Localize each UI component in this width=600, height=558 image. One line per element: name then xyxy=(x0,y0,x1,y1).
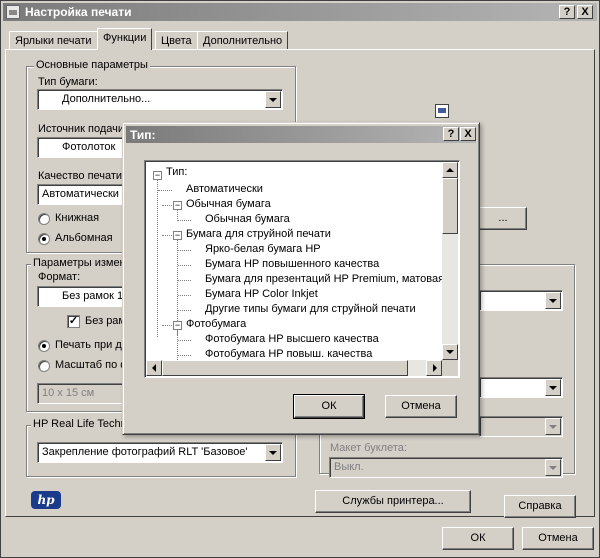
chevron-down-icon[interactable] xyxy=(265,444,281,461)
tree-item[interactable]: Обычная бумага xyxy=(205,213,290,225)
dialog-titlebar[interactable]: Тип: ? X xyxy=(126,126,476,143)
tree-item[interactable]: Обычная бумага xyxy=(186,198,271,210)
dialog-ok-button[interactable]: ОК xyxy=(293,394,365,419)
help-button[interactable]: Справка xyxy=(504,495,576,518)
printer-services-button[interactable]: Службы принтера... xyxy=(315,490,471,513)
scroll-right-icon[interactable] xyxy=(426,360,442,376)
scroll-up-icon[interactable] xyxy=(442,162,458,178)
tree-line xyxy=(178,310,191,311)
tree-line xyxy=(178,340,191,341)
collapse-toggle[interactable]: − xyxy=(173,321,182,330)
collapse-toggle[interactable]: − xyxy=(173,201,182,210)
format-label: Формат: xyxy=(38,271,81,283)
window-title: Настройка печати xyxy=(25,5,132,19)
reallife-label: HP Real Life Techno xyxy=(31,418,135,430)
tree-line xyxy=(178,280,191,281)
tab-advanced[interactable]: Дополнительно xyxy=(197,31,289,50)
dialog-title: Тип: xyxy=(130,128,156,142)
scrollbar-corner xyxy=(442,360,458,376)
tree-item[interactable]: Автоматически xyxy=(186,183,263,195)
tab-features[interactable]: Функции xyxy=(97,28,153,50)
landscape-radio[interactable] xyxy=(38,233,50,245)
tree-vertical-scrollbar[interactable] xyxy=(442,162,458,360)
booklet-select[interactable]: Выкл. xyxy=(329,457,563,478)
print-at-label: Печать при де xyxy=(55,339,128,351)
chevron-down-icon[interactable] xyxy=(265,91,281,108)
tab-shortcuts[interactable]: Ярлыки печати xyxy=(9,31,98,50)
tree-line xyxy=(157,173,158,337)
paper-type-label: Тип бумаги: xyxy=(38,76,98,88)
tree-item[interactable]: Бумага HP Color Inkjet xyxy=(205,288,318,300)
dialog-close-button[interactable]: X xyxy=(460,127,476,141)
print-quality-label: Качество печати xyxy=(38,170,123,182)
tree-line xyxy=(178,295,191,296)
tree-item[interactable]: Бумага для презентаций HP Premium, матов… xyxy=(205,273,444,285)
dialog-cancel-button[interactable]: Отмена xyxy=(385,395,457,418)
basic-options-label: Основные параметры xyxy=(34,59,150,71)
landscape-label: Альбомная xyxy=(55,232,113,244)
right-select-1[interactable] xyxy=(479,290,563,311)
tree-item[interactable]: Тип: xyxy=(166,166,187,178)
more-button[interactable]: ... xyxy=(479,207,527,230)
booklet-label: Макет буклета: xyxy=(330,442,407,454)
tab-color[interactable]: Цвета xyxy=(155,31,198,50)
chevron-down-icon[interactable] xyxy=(545,379,561,396)
portrait-radio[interactable] xyxy=(38,213,50,225)
tree-line xyxy=(178,250,191,251)
tree-line xyxy=(178,355,191,356)
tree-line xyxy=(162,325,172,326)
scroll-thumb[interactable] xyxy=(442,178,458,234)
reallife-select[interactable]: Закрепление фотографий RLT 'Базовое' xyxy=(37,442,283,463)
borderless-checkbox[interactable]: ✓ xyxy=(67,315,80,328)
paper-type-tree: − − − − Тип: Автоматически Обычная бумаг… xyxy=(144,160,460,378)
tree-item[interactable]: Фотобумага HP повыш. качества xyxy=(205,348,372,360)
portrait-label: Книжная xyxy=(55,212,100,224)
right-select-2[interactable] xyxy=(479,377,563,398)
collapse-toggle[interactable]: − xyxy=(153,171,162,180)
chevron-down-icon[interactable] xyxy=(545,459,561,476)
scale-radio[interactable] xyxy=(38,360,50,372)
scroll-down-icon[interactable] xyxy=(442,344,458,360)
paper-source-label: Источник подачи xyxy=(38,123,125,135)
tree-line xyxy=(178,265,191,266)
ok-button[interactable]: ОК xyxy=(442,527,514,550)
tree-item[interactable]: Ярко-белая бумага HP xyxy=(205,243,321,255)
scale-label: Масштаб по ф xyxy=(55,359,130,371)
tree-item[interactable]: Другие типы бумаги для струйной печати xyxy=(205,303,416,315)
dialog-help-button[interactable]: ? xyxy=(443,127,459,141)
hp-logo: hp xyxy=(31,491,61,509)
paper-type-select[interactable]: Дополнительно... xyxy=(37,89,283,110)
print-at-radio[interactable] xyxy=(38,340,50,352)
tree-line xyxy=(178,220,191,221)
tree-line xyxy=(162,235,172,236)
orientation-preview-icon xyxy=(435,104,449,118)
chevron-down-icon[interactable] xyxy=(545,418,561,435)
cancel-button[interactable]: Отмена xyxy=(522,527,594,550)
tree-line xyxy=(158,190,172,191)
tree-item[interactable]: Фотобумага xyxy=(186,318,246,330)
window-help-button[interactable]: ? xyxy=(559,5,575,19)
collapse-toggle[interactable]: − xyxy=(173,231,182,240)
tree-item[interactable]: Фотобумага HP высшего качества xyxy=(205,333,379,345)
tree-item[interactable]: Бумага для струйной печати xyxy=(186,228,331,240)
tree-line xyxy=(162,205,172,206)
tree-item[interactable]: Бумага HP повышенного качества xyxy=(205,258,379,270)
right-select-3[interactable] xyxy=(479,416,563,437)
chevron-down-icon[interactable] xyxy=(545,292,561,309)
tree-horizontal-scrollbar[interactable] xyxy=(146,360,442,376)
scroll-thumb[interactable] xyxy=(162,360,408,376)
printer-icon xyxy=(6,5,20,19)
window-close-button[interactable]: X xyxy=(577,5,593,19)
paper-type-dialog: Тип: ? X − − − − Тип: Автоматически Обыч… xyxy=(122,122,480,435)
scroll-left-icon[interactable] xyxy=(146,360,162,376)
window-titlebar[interactable]: Настройка печати ? X xyxy=(3,3,597,21)
